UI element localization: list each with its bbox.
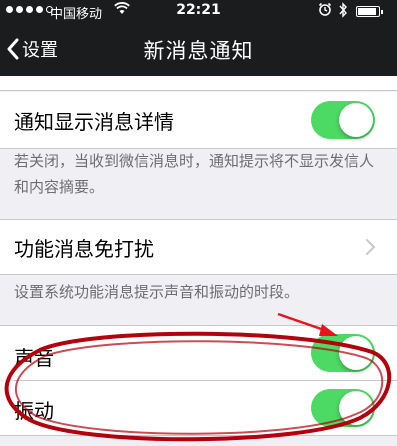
alarm-clock-icon [318,2,332,20]
bluetooth-icon [338,2,348,22]
vibrate-label: 振动 [14,399,54,423]
chevron-right-icon [366,239,375,255]
detail-toggle[interactable] [311,101,375,139]
divider [0,90,397,91]
detail-row: 通知显示消息详情 [0,92,397,148]
sound-toggle[interactable] [311,334,375,372]
navigation-bar: 设置 新消息通知 [0,22,397,76]
dnd-footer-text: 设置系统功能消息提示声音和振动的时段。 [14,283,300,301]
scrolled-row [0,76,397,90]
divider [0,435,397,436]
dnd-row[interactable]: 功能消息免打扰 [0,220,397,274]
divider [0,274,397,275]
battery-fill [358,8,376,15]
vibrate-toggle[interactable] [311,389,375,427]
battery-icon [356,6,383,17]
sound-label: 声音 [14,346,54,370]
status-bar: 中国移动 22:21 [0,0,397,22]
page-title: 新消息通知 [143,39,254,63]
vibrate-row: 振动 [0,381,397,435]
sound-row: 声音 [0,326,397,380]
dnd-label: 功能消息免打扰 [14,237,154,261]
detail-footer-text: 若关闭，当收到微信消息时，通知提示将不显示发信人和内容摘要。 [14,152,375,196]
detail-label: 通知显示消息详情 [14,110,174,134]
